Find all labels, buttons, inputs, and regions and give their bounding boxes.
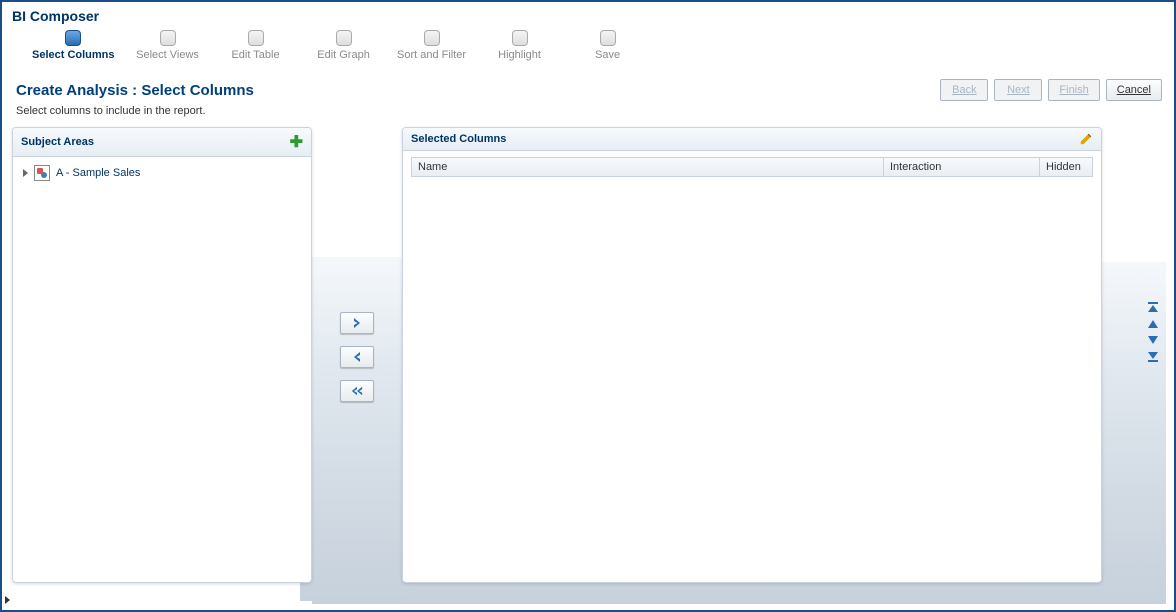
column-header-interaction[interactable]: Interaction xyxy=(884,158,1040,176)
move-all-left-button[interactable] xyxy=(340,380,374,402)
step-label: Select Columns xyxy=(32,49,115,61)
subject-area-icon xyxy=(34,165,50,181)
add-subject-area-icon[interactable]: ✚ xyxy=(290,132,303,152)
panel-resizer-icon[interactable] xyxy=(5,596,10,604)
wizard-step-select-views[interactable]: Select Views xyxy=(133,30,203,61)
step-label: Save xyxy=(595,49,620,61)
middle-band xyxy=(300,257,414,601)
step-indicator-icon xyxy=(600,30,616,46)
next-button[interactable]: Next xyxy=(994,79,1042,101)
wizard-step-edit-table[interactable]: Edit Table xyxy=(221,30,291,61)
cancel-button[interactable]: Cancel xyxy=(1106,79,1162,101)
selected-columns-panel: Selected Columns Name Interaction Hidden xyxy=(402,127,1102,583)
move-up-icon[interactable] xyxy=(1146,318,1160,330)
column-header-name[interactable]: Name xyxy=(412,158,884,176)
tree-expand-icon[interactable] xyxy=(23,169,28,177)
shuttle-controls xyxy=(312,127,402,587)
subject-areas-title: Subject Areas xyxy=(21,136,94,148)
selected-columns-title: Selected Columns xyxy=(411,133,506,145)
step-indicator-icon xyxy=(424,30,440,46)
step-indicator-icon xyxy=(160,30,176,46)
subject-areas-panel: Subject Areas ✚ A - Sample Sales xyxy=(12,127,312,583)
nav-buttons: Back Next Finish Cancel xyxy=(940,79,1162,101)
columns-table-header: Name Interaction Hidden xyxy=(411,157,1093,177)
wizard-step-edit-graph[interactable]: Edit Graph xyxy=(309,30,379,61)
move-top-icon[interactable] xyxy=(1146,302,1160,314)
wizard-step-highlight[interactable]: Highlight xyxy=(485,30,555,61)
move-down-icon[interactable] xyxy=(1146,334,1160,346)
wizard-step-sort-filter[interactable]: Sort and Filter xyxy=(397,30,467,61)
wizard-step-save[interactable]: Save xyxy=(573,30,643,61)
step-label: Highlight xyxy=(498,49,541,61)
instruction-text: Select columns to include in the report. xyxy=(2,103,1174,127)
step-indicator-icon xyxy=(512,30,528,46)
step-indicator-icon xyxy=(248,30,264,46)
step-label: Edit Graph xyxy=(317,49,370,61)
tree-item-sample-sales[interactable]: A - Sample Sales xyxy=(17,163,307,183)
wizard-steps: Select Columns Select Views Edit Table E… xyxy=(2,28,1174,69)
step-label: Sort and Filter xyxy=(397,49,466,61)
step-label: Select Views xyxy=(136,49,199,61)
app-title: BI Composer xyxy=(2,2,1174,28)
column-header-hidden[interactable]: Hidden xyxy=(1040,158,1092,176)
edit-columns-icon[interactable] xyxy=(1079,132,1093,146)
step-indicator-icon xyxy=(336,30,352,46)
page-title: Create Analysis : Select Columns xyxy=(16,82,254,99)
back-button[interactable]: Back xyxy=(940,79,988,101)
reorder-controls xyxy=(1146,302,1160,362)
move-left-button[interactable] xyxy=(340,346,374,368)
move-bottom-icon[interactable] xyxy=(1146,350,1160,362)
step-label: Edit Table xyxy=(231,49,279,61)
finish-button[interactable]: Finish xyxy=(1048,79,1099,101)
move-right-button[interactable] xyxy=(340,312,374,334)
wizard-step-select-columns[interactable]: Select Columns xyxy=(32,30,115,61)
step-indicator-icon xyxy=(65,30,81,46)
tree-item-label: A - Sample Sales xyxy=(56,167,140,179)
